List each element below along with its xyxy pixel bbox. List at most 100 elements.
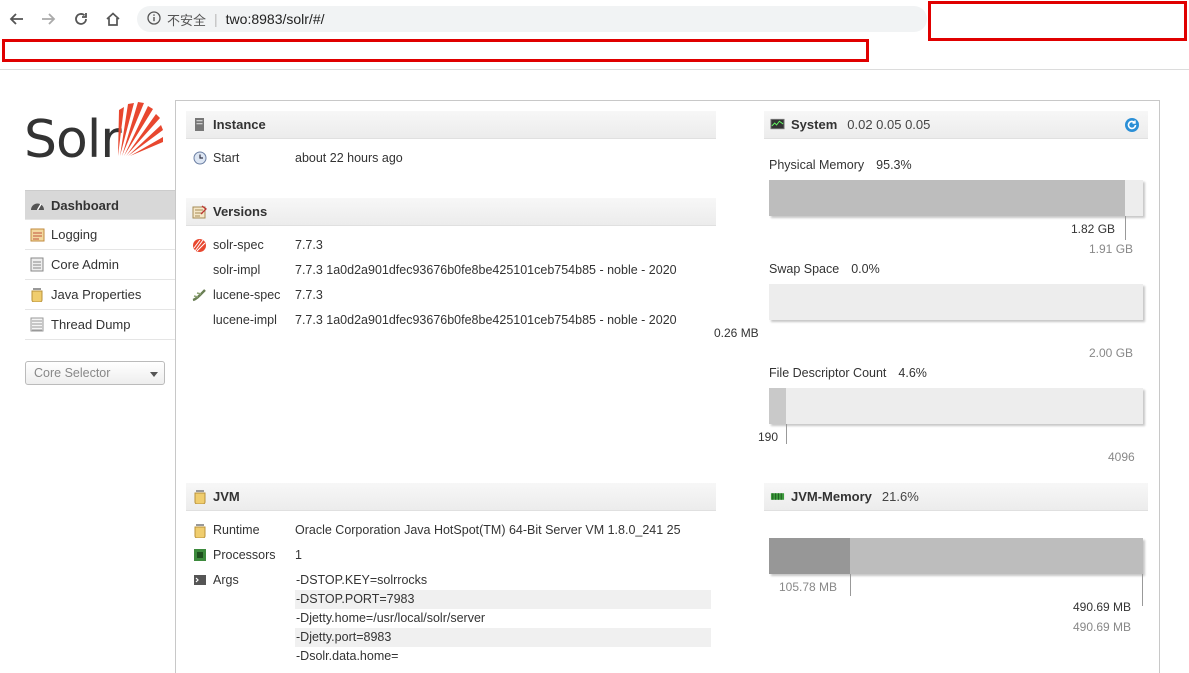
back-icon[interactable] [5, 7, 29, 31]
instance-header: Instance [186, 111, 716, 139]
args-icon [192, 573, 207, 588]
sidebar-item-java-properties[interactable]: Java Properties [25, 280, 175, 310]
java-properties-icon [29, 287, 45, 303]
physical-memory-pct: 95.3% [876, 158, 912, 172]
swap-space-total: 2.00 GB [1089, 346, 1134, 360]
sidebar-item-label: Logging [51, 227, 98, 242]
sidebar-item-dashboard[interactable]: Dashboard [25, 190, 175, 220]
version-value: 7.7.3 [295, 238, 323, 252]
sidebar-nav: Dashboard Logging Core Admin Java Proper… [25, 190, 175, 340]
versions-header: Versions [186, 198, 716, 226]
swap-space-used: 0.26 MB [714, 326, 759, 340]
version-label: lucene-spec [213, 288, 281, 302]
system-header: System 0.02 0.05 0.05 [764, 111, 1148, 139]
start-label: Start [213, 151, 240, 165]
system-monitor-icon [770, 117, 785, 132]
address-bar[interactable]: 不安全 | two:8983/solr/#/ [137, 6, 927, 32]
solr-sun-icon [118, 102, 163, 156]
jvm-memory-used-fill [769, 538, 850, 574]
sidebar-item-label: Dashboard [51, 197, 119, 213]
logging-icon [29, 227, 45, 243]
redacted-bookmarks-bar [2, 39, 869, 62]
browser-toolbar: 不安全 | two:8983/solr/#/ [0, 0, 1189, 70]
swap-space-bar [769, 284, 1143, 320]
runtime-value: Oracle Corporation Java HotSpot(TM) 64-B… [295, 523, 681, 537]
dashboard-icon [29, 197, 45, 213]
memory-chip-icon [770, 489, 785, 504]
instance-icon [192, 117, 207, 132]
processors-label: Processors [213, 548, 276, 562]
processors-value: 1 [295, 548, 302, 562]
home-icon[interactable] [101, 7, 125, 31]
swap-space-pct: 0.0% [851, 262, 880, 276]
file-descriptor-total: 4096 [1108, 450, 1135, 464]
system-title: System [791, 117, 838, 132]
versions-icon [192, 204, 207, 219]
sidebar-item-core-admin[interactable]: Core Admin [25, 250, 175, 280]
processor-icon [192, 548, 207, 563]
physical-memory-title: Physical Memory 95.3% [769, 158, 912, 172]
version-value: 7.7.3 1a0d2a901dfec93676b0fe8be425101ceb… [295, 263, 677, 277]
sidebar-item-logging[interactable]: Logging [25, 220, 175, 250]
args-label: Args [213, 573, 239, 587]
file-descriptor-label: File Descriptor Count [769, 366, 887, 380]
version-value: 7.7.3 1a0d2a901dfec93676b0fe8be425101ceb… [295, 313, 677, 327]
file-descriptor-tick [786, 424, 787, 444]
forward-icon[interactable] [36, 7, 60, 31]
version-label: lucene-impl [213, 313, 277, 327]
info-icon[interactable] [147, 10, 161, 28]
logo-wordmark: Solr [24, 110, 122, 170]
jvm-processors-row: Processors 1 [192, 545, 712, 565]
jvm-memory-used-tick [850, 574, 851, 596]
start-value: about 22 hours ago [295, 151, 403, 165]
physical-memory-bar [769, 180, 1143, 216]
core-admin-icon [29, 257, 45, 273]
sidebar-item-thread-dump[interactable]: Thread Dump [25, 310, 175, 340]
core-selector-placeholder: Core Selector [34, 366, 111, 380]
clock-icon [192, 151, 207, 166]
jvm-memory-total: 490.69 MB [1073, 620, 1132, 634]
physical-memory-used-fill [769, 180, 1125, 216]
url-text: two:8983/solr/#/ [225, 11, 325, 27]
sidebar-item-label: Core Admin [51, 257, 119, 272]
sidebar-item-label: Thread Dump [51, 317, 131, 332]
system-load: 0.02 0.05 0.05 [847, 117, 931, 132]
jvm-args-row: Args [192, 570, 295, 590]
jvm-title: JVM [213, 489, 240, 504]
thread-dump-icon [29, 317, 45, 333]
jvm-icon [192, 489, 207, 504]
security-label: 不安全 [167, 12, 207, 28]
solr-logo[interactable]: Solr [24, 98, 164, 170]
version-label: solr-spec [213, 238, 264, 252]
lucene-icon [192, 288, 207, 303]
version-row-solr-impl: solr-impl 7.7.3 1a0d2a901dfec93676b0fe8b… [192, 260, 712, 280]
version-value: 7.7.3 [295, 288, 323, 302]
jvm-arg: -Djetty.home=/usr/local/solr/server [296, 611, 486, 625]
reload-icon[interactable] [69, 7, 93, 31]
runtime-label: Runtime [213, 523, 260, 537]
refresh-icon[interactable] [1124, 117, 1140, 136]
jvm-memory-header: JVM-Memory 21.6% [764, 483, 1148, 511]
file-descriptor-pct: 4.6% [898, 366, 927, 380]
address-separator: | [214, 11, 218, 27]
instance-start-row: Start about 22 hours ago [192, 148, 403, 168]
version-row-lucene-spec: lucene-spec 7.7.3 [192, 285, 712, 305]
versions-title: Versions [213, 204, 268, 219]
jvm-arg: -DSTOP.PORT=7983 [295, 590, 711, 609]
physical-memory-total: 1.91 GB [1089, 242, 1134, 256]
file-descriptor-title: File Descriptor Count 4.6% [769, 366, 927, 380]
file-descriptor-used-fill [769, 388, 786, 424]
jvm-arg: -Dsolr.data.home= [296, 649, 399, 663]
jvm-memory-max-tick [1142, 574, 1143, 606]
core-selector-dropdown[interactable]: Core Selector [25, 361, 165, 385]
file-descriptor-used: 190 [758, 430, 779, 444]
jvm-arg: -Djetty.port=8983 [295, 628, 711, 647]
physical-memory-tick [1125, 216, 1126, 240]
version-row-solr-spec: solr-spec 7.7.3 [192, 235, 712, 255]
jvm-arg: -DSTOP.KEY=solrrocks [296, 573, 428, 587]
jvm-memory-title: JVM-Memory [791, 489, 872, 504]
instance-title: Instance [213, 117, 266, 132]
jvm-memory-used: 105.78 MB [779, 580, 838, 594]
jvm-header: JVM [186, 483, 716, 511]
jvm-memory-bar [769, 538, 1143, 574]
